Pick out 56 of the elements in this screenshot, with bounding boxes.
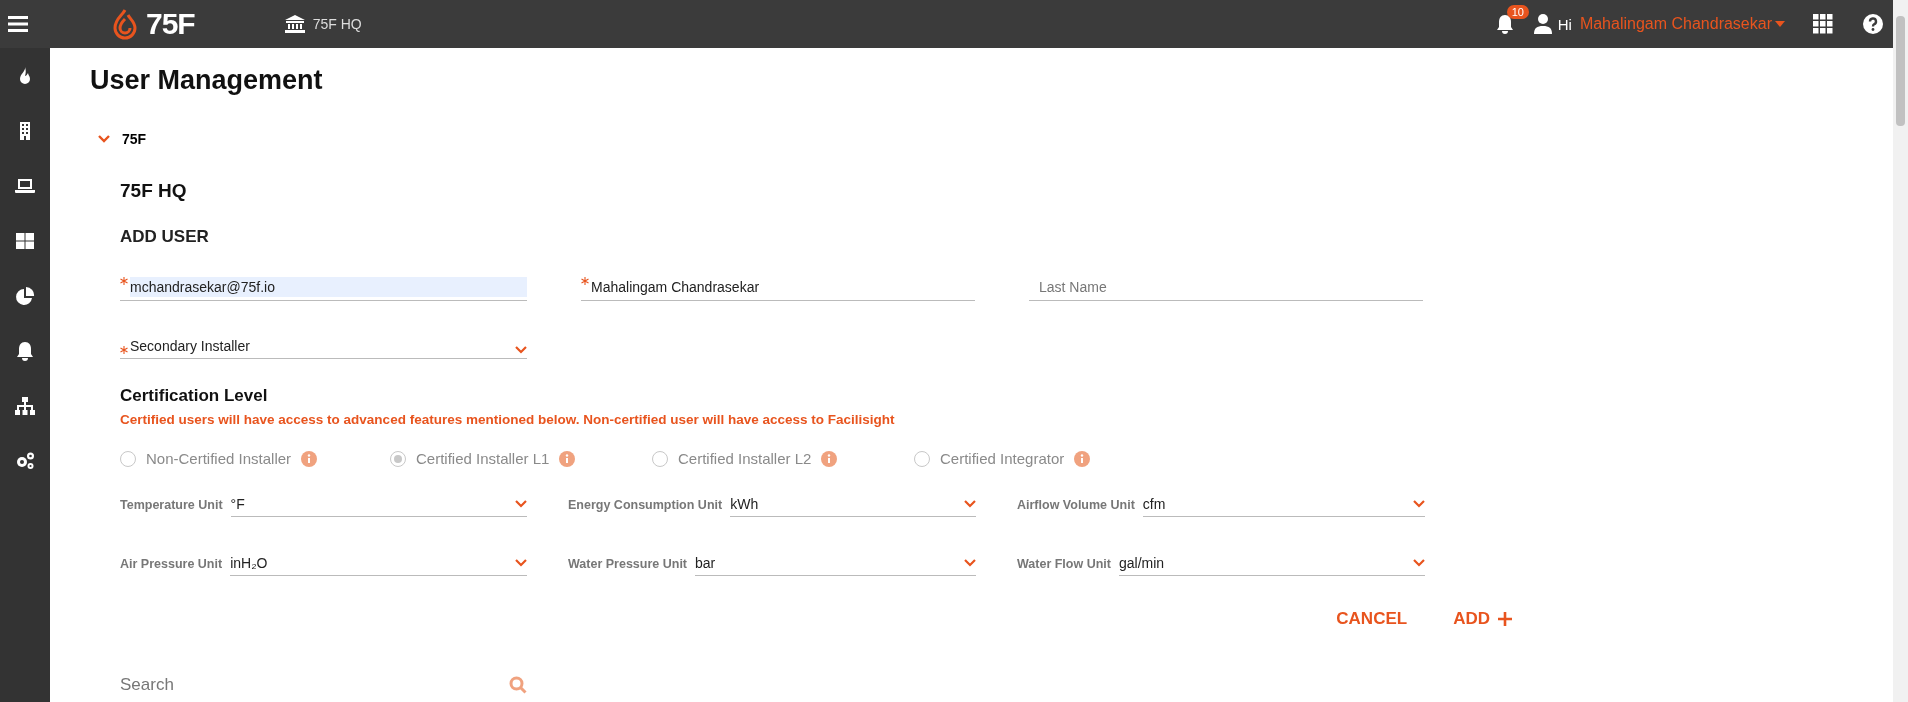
- bell-icon[interactable]: [15, 341, 35, 361]
- unit-select[interactable]: kWh: [730, 496, 976, 517]
- radio-label: Certified Installer L2: [678, 450, 812, 467]
- radio-label: Certified Installer L1: [416, 450, 550, 467]
- chevron-down-icon: [964, 559, 976, 567]
- certification-notice: Certified users will have access to advanced features mentioned below. Non-certified user will have access to Facilisight: [120, 412, 896, 427]
- apps-grid-icon[interactable]: [1813, 14, 1833, 34]
- email-field[interactable]: mchandrasekar@75f.io: [130, 277, 527, 297]
- certification-heading: Certification Level: [120, 386, 269, 406]
- chevron-down-icon: [964, 500, 976, 508]
- pie-chart-icon[interactable]: [15, 286, 35, 306]
- name-field[interactable]: Mahalingam Chandrasekar: [591, 277, 975, 297]
- section-heading: ADD USER: [120, 227, 210, 247]
- tree-node[interactable]: 75F: [98, 131, 147, 147]
- bell-icon[interactable]: [1495, 14, 1514, 34]
- chevron-down-icon: [1413, 500, 1425, 508]
- plus-icon: [1498, 612, 1512, 626]
- unit-label: Temperature Unit: [120, 498, 223, 514]
- name-field[interactable]: Last Name: [1039, 277, 1423, 297]
- unit-select[interactable]: cfm: [1142, 496, 1425, 517]
- laptop-icon[interactable]: [15, 176, 35, 196]
- page-title: User Management: [90, 65, 324, 96]
- unit-select[interactable]: bar: [695, 555, 976, 576]
- chevron-down-icon: [98, 135, 110, 143]
- unit-select[interactable]: °F: [230, 496, 527, 517]
- hierarchy-icon[interactable]: [15, 396, 35, 416]
- search-field[interactable]: Search: [120, 673, 509, 697]
- chevron-down-icon: [515, 500, 527, 508]
- help-icon[interactable]: [1863, 14, 1883, 34]
- radio-label: Non-Certified Installer: [146, 450, 292, 467]
- unit-label: Water Flow Unit: [1017, 557, 1111, 573]
- add-button[interactable]: ADD: [1453, 609, 1512, 629]
- role-select[interactable]: Secondary Installer: [120, 337, 527, 359]
- chevron-down-icon: [515, 346, 527, 354]
- unit-label: Airflow Volume Unit: [1017, 498, 1135, 514]
- unit-select[interactable]: inH₂O: [230, 555, 527, 576]
- chevron-down-icon: [1413, 559, 1425, 567]
- menu-icon[interactable]: [8, 16, 28, 32]
- unit-select[interactable]: gal/min: [1119, 555, 1425, 576]
- chevron-down-icon: [515, 559, 527, 567]
- dashboard-grid-icon[interactable]: [15, 231, 35, 251]
- gears-icon[interactable]: [15, 451, 35, 471]
- unit-label: Water Pressure Unit: [568, 557, 688, 573]
- site-name[interactable]: 75F HQ: [312, 16, 362, 32]
- bank-icon: [284, 15, 305, 33]
- unit-label: Air Pressure Unit: [120, 557, 223, 573]
- logo-text: 75F: [146, 7, 195, 41]
- unit-label: Energy Consumption Unit: [568, 498, 723, 514]
- scrollbar-thumb[interactable]: [1896, 16, 1905, 126]
- notification-badge: 10: [1506, 5, 1529, 19]
- radio-label: Certified Integrator: [940, 450, 1065, 467]
- caret-icon: [1775, 21, 1785, 27]
- site-heading: 75F HQ: [120, 180, 188, 202]
- greeting-text: Hi: [1557, 15, 1572, 33]
- cancel-button[interactable]: CANCEL: [1336, 609, 1408, 629]
- user-icon: [1533, 14, 1552, 34]
